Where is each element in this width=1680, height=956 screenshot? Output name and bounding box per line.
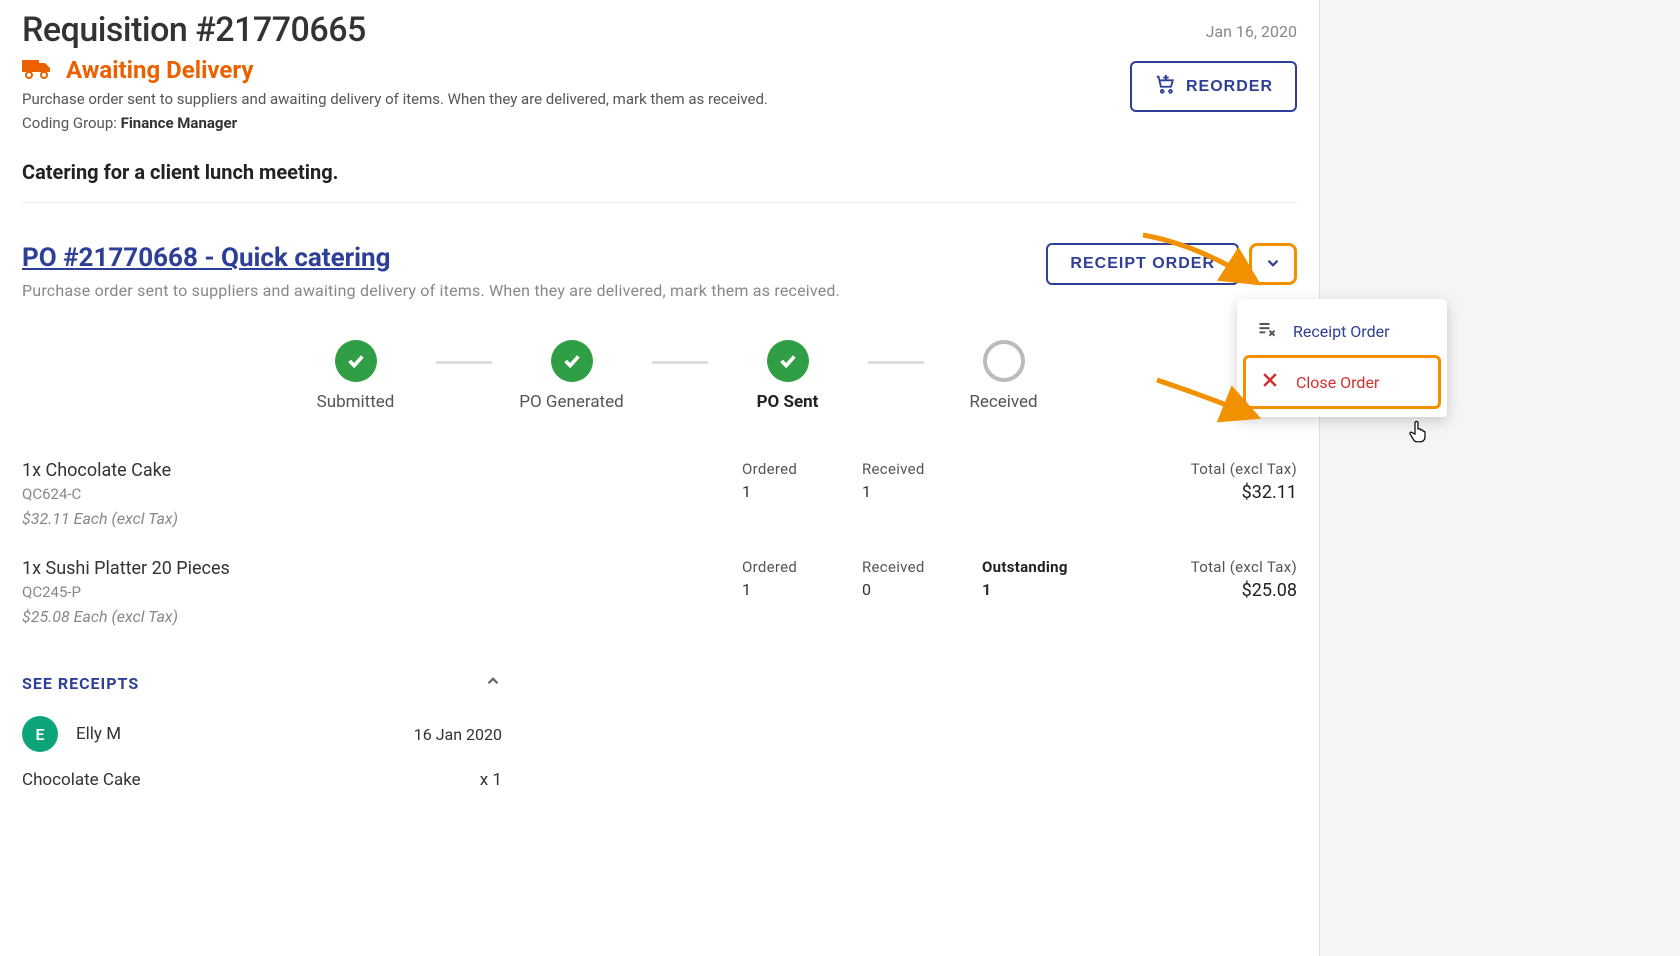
item-sku: QC624-C [22,485,742,503]
receipt-line: Chocolate Cake x 1 [22,770,502,790]
divider [22,202,1297,203]
po-actions-dropdown-button[interactable] [1249,243,1297,285]
po-actions-menu: Receipt Order Close Order [1237,299,1447,417]
item-unit-price: $32.11 Each (excl Tax) [22,509,742,528]
reorder-button[interactable]: REORDER [1130,61,1297,112]
receipt-item-qty: x 1 [480,770,502,790]
cursor-hand-icon [1408,420,1428,448]
step-submitted: Submitted [276,340,436,412]
list-x-icon [1257,319,1277,343]
chevron-down-icon [1264,254,1282,275]
menu-item-close-order[interactable]: Close Order [1243,355,1441,409]
requisition-page: Requisition #21770665 Awaiting Delivery … [0,0,1320,956]
po-link[interactable]: PO #21770668 - Quick catering [22,243,390,273]
item-total: $32.11 [1102,482,1297,503]
step-po-sent: PO Sent [708,340,868,412]
item-sku: QC245-P [22,583,742,601]
item-received: 0 [862,580,982,599]
receipt-item-name: Chocolate Cake [22,770,141,790]
item-outstanding: 1 [982,580,1102,599]
chevron-up-icon [484,672,502,694]
requisition-purpose: Catering for a client lunch meeting. [22,160,1297,184]
cart-plus-icon [1154,73,1176,100]
requisition-date: Jan 16, 2020 [1130,22,1297,41]
status-description: Purchase order sent to suppliers and awa… [22,90,768,108]
item-ordered: 1 [742,580,862,599]
see-receipts-toggle[interactable]: SEE RECEIPTS [22,672,502,694]
line-item-row: 1x Chocolate Cake QC624-C $32.11 Each (e… [22,448,1297,546]
item-ordered: 1 [742,482,862,501]
item-unit-price: $25.08 Each (excl Tax) [22,607,742,626]
menu-item-receipt-order[interactable]: Receipt Order [1243,307,1441,355]
receipt-user: Elly M [76,724,396,744]
step-received: Received [924,340,1084,412]
step-po-generated: PO Generated [492,340,652,412]
po-description: Purchase order sent to suppliers and awa… [22,281,840,300]
line-items: 1x Chocolate Cake QC624-C $32.11 Each (e… [22,448,1297,644]
coding-group: Coding Group: Finance Manager [22,114,768,132]
close-icon [1260,370,1280,394]
check-icon [767,340,809,382]
status-label: Awaiting Delivery [66,56,253,84]
line-item-row: 1x Sushi Platter 20 Pieces QC245-P $25.0… [22,546,1297,644]
receipt-order-button[interactable]: RECEIPT ORDER [1046,243,1239,285]
avatar: E [22,716,58,752]
check-icon [551,340,593,382]
item-total: $25.08 [1102,580,1297,601]
requisition-title: Requisition #21770665 [22,10,768,50]
check-icon [335,340,377,382]
circle-icon [983,340,1025,382]
item-name: 1x Sushi Platter 20 Pieces [22,558,742,579]
receipt-entry: E Elly M 16 Jan 2020 [22,716,502,752]
item-name: 1x Chocolate Cake [22,460,742,481]
po-progress-steps: Submitted PO Generated PO Sent Received [170,340,1150,412]
item-received: 1 [862,482,982,501]
receipt-date: 16 Jan 2020 [414,725,502,744]
truck-icon [22,57,52,83]
